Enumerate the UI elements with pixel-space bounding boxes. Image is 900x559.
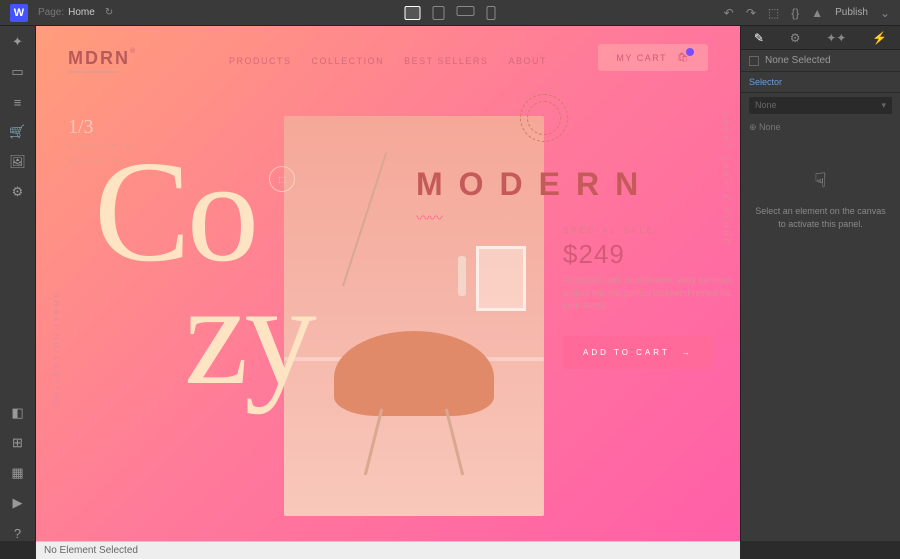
cursor-hand-icon: ☟ xyxy=(753,167,888,195)
cart-button[interactable]: MY CART 🛍 xyxy=(598,44,708,71)
site-logo[interactable]: MDRN® xyxy=(68,48,137,73)
redo-icon[interactable]: ↷ xyxy=(746,6,756,20)
inherit-breadcrumb: ⊕ None xyxy=(741,118,900,137)
navigator-icon[interactable]: ◧ xyxy=(10,405,26,421)
publish-chevron-icon[interactable]: ⌄ xyxy=(880,6,890,20)
side-text-right: ABOUT SAMPLE STORE xyxy=(721,112,728,246)
style-panel: ✎ ⚙ ✦✦ ⚡ None Selected Selector None ▾ ⊕… xyxy=(740,26,900,541)
cart-icon: 🛍 xyxy=(677,52,690,63)
panel-tabs: ✎ ⚙ ✦✦ ⚡ xyxy=(741,26,900,50)
nav-collection[interactable]: COLLECTION xyxy=(312,56,385,66)
selector-dropdown-icon[interactable]: ▾ xyxy=(881,100,886,111)
mobile-icon[interactable] xyxy=(487,6,496,20)
cart-label: MY CART xyxy=(616,53,667,63)
sale-label: SPECIAL SALE xyxy=(563,226,733,235)
code-icon[interactable]: {} xyxy=(791,6,799,20)
left-toolbar: ✦ ▭ ≡ 🛒 🖼 ⚙ ◧ ⊞ ▦ ▶ ? xyxy=(0,26,36,541)
publish-button[interactable]: Publish xyxy=(835,7,868,18)
none-selected-row: None Selected xyxy=(741,50,900,72)
ecommerce-icon[interactable]: 🛒 xyxy=(10,124,26,140)
arrow-right-icon: → xyxy=(682,348,693,357)
nav-about[interactable]: ABOUT xyxy=(508,56,547,66)
assets-icon[interactable]: 🖼 xyxy=(10,154,26,170)
breadcrumb-bar: No Element Selected xyxy=(36,541,740,559)
nav-products[interactable]: PRODUCTS xyxy=(229,56,292,66)
mobile-landscape-icon[interactable] xyxy=(457,6,475,16)
price: $249 xyxy=(563,239,733,270)
device-switcher xyxy=(405,6,496,20)
main-nav: PRODUCTS COLLECTION BEST SELLERS ABOUT xyxy=(229,56,547,66)
grid-icon[interactable]: ⊞ xyxy=(10,435,26,451)
reload-icon[interactable]: ↻ xyxy=(105,7,113,18)
ar-badge-icon: ⬚ xyxy=(269,166,295,192)
selector-row: Selector xyxy=(741,72,900,93)
desktop-icon[interactable] xyxy=(405,6,421,20)
interactions-tab-icon[interactable]: ✦✦ xyxy=(826,31,846,45)
pages-icon[interactable]: ▭ xyxy=(10,64,26,80)
help-icon[interactable]: ? xyxy=(10,525,26,541)
circle-badge-icon xyxy=(520,94,568,142)
breadcrumb-status: No Element Selected xyxy=(44,545,138,556)
counter-sub1: ECOMMERCE xyxy=(68,143,132,153)
add-to-cart-button[interactable]: ADD TO CART → xyxy=(563,336,713,369)
picture-frame xyxy=(476,246,526,311)
page-name[interactable]: Home xyxy=(68,7,95,18)
product-description: Combined with comfortable, easy furnitur… xyxy=(563,274,733,312)
tablet-icon[interactable] xyxy=(433,6,445,20)
sale-block: SPECIAL SALE $249 Combined with comforta… xyxy=(563,226,733,369)
add-element-icon[interactable]: ✦ xyxy=(10,34,26,50)
effects-tab-icon[interactable]: ⚡ xyxy=(872,31,887,45)
site-header: MDRN® PRODUCTS COLLECTION BEST SELLERS A… xyxy=(68,48,708,73)
vase-icon xyxy=(458,256,466,296)
app-topbar: W Page: Home ↻ ↶ ↷ ⬚ {} ▲ Publish ⌄ xyxy=(0,0,900,26)
chair-image xyxy=(334,306,494,476)
design-canvas[interactable]: MDRN® PRODUCTS COLLECTION BEST SELLERS A… xyxy=(36,26,740,541)
settings-tab-icon[interactable]: ⚙ xyxy=(790,31,801,45)
nav-bestsellers[interactable]: BEST SELLERS xyxy=(404,56,488,66)
counter-number: 1/3 xyxy=(68,116,132,139)
video-icon[interactable]: ▶ xyxy=(10,495,26,511)
selector-label: Selector xyxy=(749,77,782,87)
export-icon[interactable]: ⬚ xyxy=(768,6,779,20)
undo-icon[interactable]: ↶ xyxy=(724,6,734,20)
webflow-logo[interactable]: W xyxy=(10,4,28,22)
modern-title: MODERN xyxy=(416,166,654,203)
audit-icon[interactable]: ▦ xyxy=(10,465,26,481)
side-text-left: COLLECTION ITEMS xyxy=(54,290,61,406)
plant-decoration xyxy=(312,146,382,296)
cms-icon[interactable]: ≡ xyxy=(10,94,26,110)
empty-state: ☟ Select an element on the canvas to act… xyxy=(753,167,888,230)
settings-icon[interactable]: ⚙ xyxy=(10,184,26,200)
page-counter: 1/3 ECOMMERCE TEMPLATE xyxy=(68,116,132,167)
wavy-underline-icon: 〰〰 xyxy=(416,208,442,228)
style-tab-icon[interactable]: ✎ xyxy=(754,31,764,45)
counter-sub2: TEMPLATE xyxy=(68,157,132,167)
checkbox-icon[interactable] xyxy=(749,56,759,66)
selector-input[interactable]: None ▾ xyxy=(749,97,892,114)
page-label: Page: xyxy=(38,7,64,18)
preview-icon[interactable]: ▲ xyxy=(811,6,823,20)
